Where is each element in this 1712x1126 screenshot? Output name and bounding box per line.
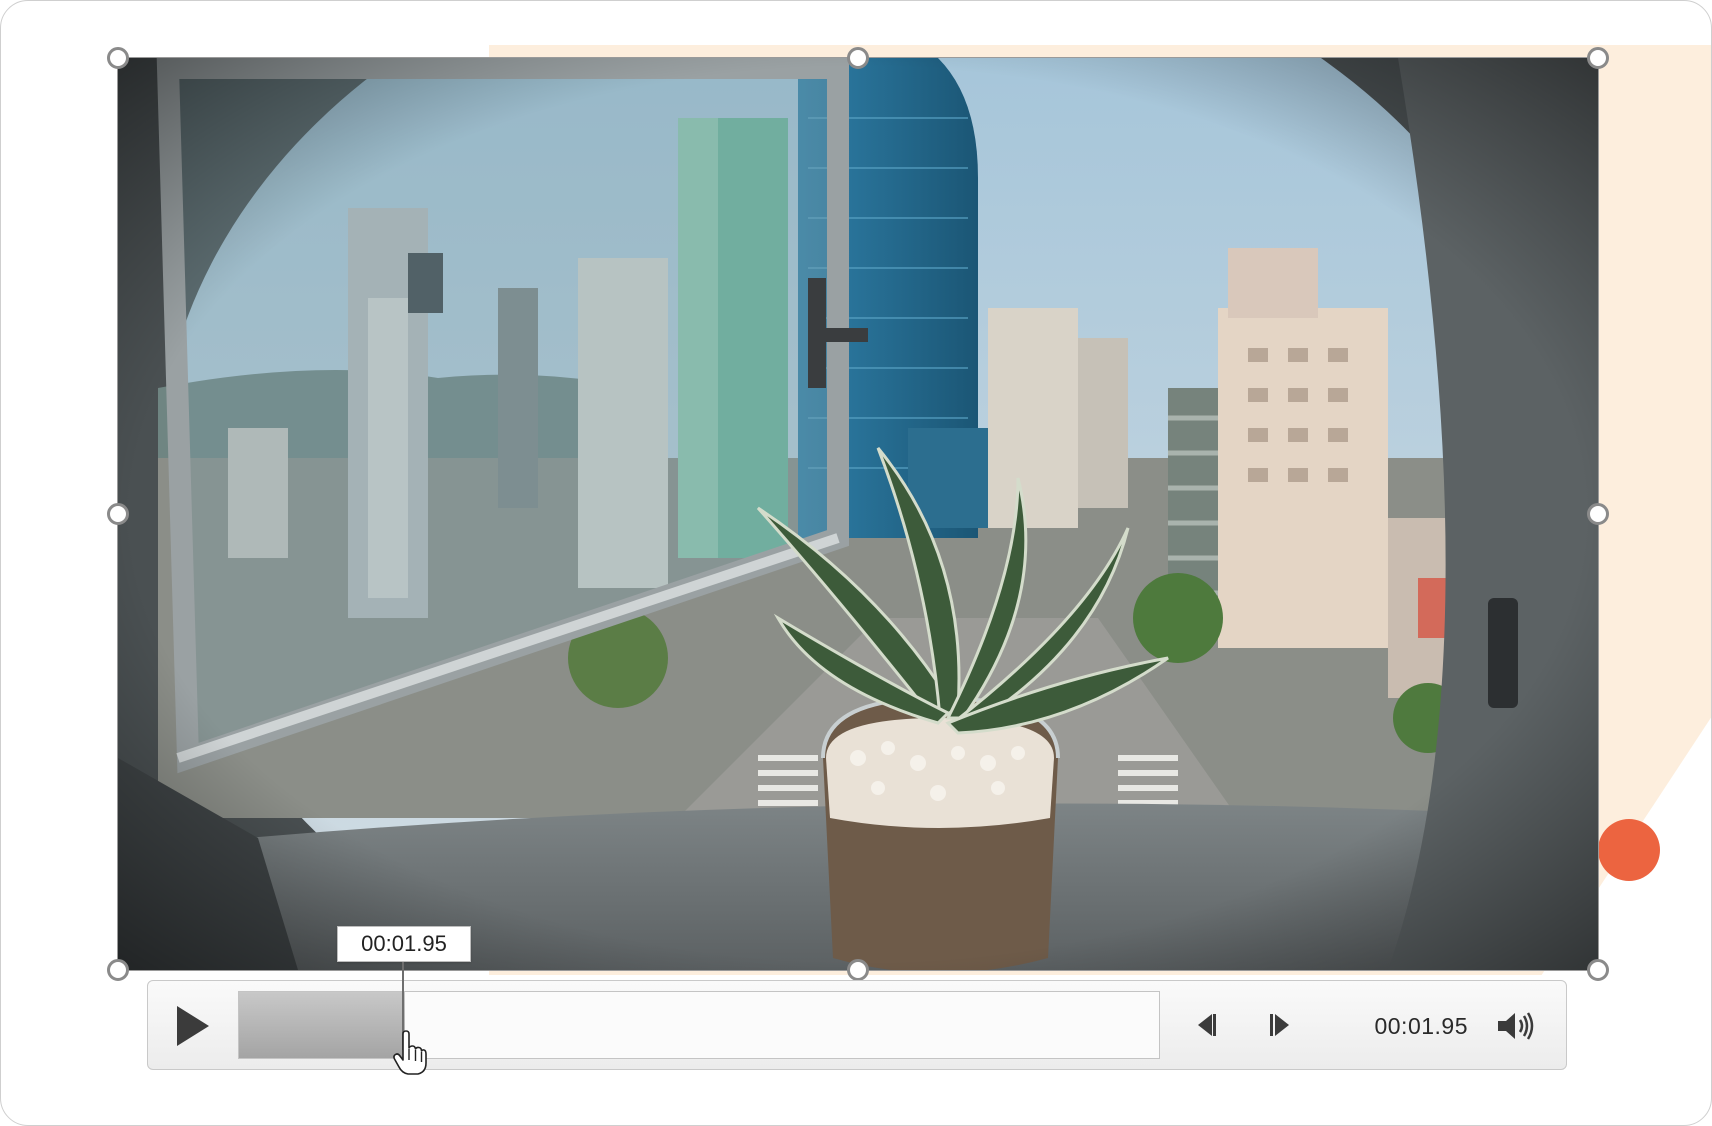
step-forward-icon — [1270, 1014, 1289, 1036]
resize-handle-middle-right[interactable] — [1587, 503, 1609, 525]
seek-bar[interactable] — [238, 991, 1160, 1059]
resize-handle-bottom-right[interactable] — [1587, 959, 1609, 981]
decorative-dot — [1598, 819, 1660, 881]
video-frame[interactable] — [118, 58, 1598, 970]
resize-handle-middle-left[interactable] — [107, 503, 129, 525]
seek-progress — [239, 992, 405, 1058]
play-button[interactable] — [170, 1001, 216, 1051]
current-time: 00:01.95 — [1374, 1013, 1468, 1039]
next-frame-button[interactable] — [1264, 1007, 1298, 1043]
play-icon — [177, 1006, 209, 1046]
resize-handle-top-left[interactable] — [107, 47, 129, 69]
volume-button[interactable] — [1494, 1007, 1538, 1045]
speaker-icon — [1498, 1012, 1534, 1040]
resize-handle-top-center[interactable] — [847, 47, 869, 69]
seek-time-tooltip: 00:01.95 — [337, 926, 471, 962]
resize-handle-bottom-center[interactable] — [847, 959, 869, 981]
hand-pointer-cursor-icon — [393, 1030, 427, 1075]
media-control-bar: 00:01.95 — [147, 980, 1567, 1070]
previous-frame-button[interactable] — [1188, 1007, 1222, 1043]
video-still-image — [118, 58, 1598, 970]
step-back-icon — [1198, 1014, 1216, 1036]
resize-handle-top-right[interactable] — [1587, 47, 1609, 69]
resize-handle-bottom-left[interactable] — [107, 959, 129, 981]
